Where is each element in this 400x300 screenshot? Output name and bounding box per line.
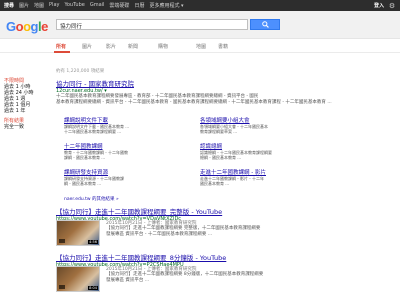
top-nav-play[interactable]: Play [49, 2, 59, 9]
sitelink-snippet-2: 十二年國民基本教育課程綱要 ... [64, 129, 122, 134]
sitelink-snippet-2: 國民基本教育 ... [200, 181, 230, 186]
sitelink: 課綱說明文件下載 課綱說明文件下載 - 國民基本教育 ... 十二年國民基本教育… [64, 116, 192, 134]
login-link[interactable]: 登入 [374, 2, 384, 9]
video-duration: 4:56 [88, 240, 98, 244]
search-icon [261, 21, 269, 28]
tab-books[interactable]: 書籍 [218, 43, 228, 50]
results-filter-verbatim[interactable]: 完全一致 [4, 124, 50, 130]
top-bar: 搜尋 圖片 地圖 Play YouTube Gmail 雲端硬碟 日曆 更多應用… [0, 0, 400, 11]
sitelink: 課綱研發支持資源 課綱研發支持資源 - 十二年國教課 綱 - 國民基本教育 ..… [64, 168, 192, 186]
sitelink: 十二年國教課綱 教育 - 十二年國教課綱 - 十二年國教 課綱 - 國民基本教育… [64, 142, 192, 160]
sitelink-snippet-2: 課綱 - 國民基本教育 ... [64, 155, 106, 160]
google-logo[interactable]: Google [6, 19, 48, 34]
tab-news[interactable]: 新聞 [128, 43, 138, 50]
sitelink-title[interactable]: 課綱研發支持資源 [64, 168, 192, 176]
video-thumbnail[interactable]: 8:04 [56, 266, 100, 292]
video-snippet-2: 發展專區 資訊平台 ... [106, 277, 150, 283]
sitelink: 認識總綱 認識總綱 - 十二年國民基本教育課程綱要 總綱 - 國民基本教育 ..… [200, 142, 328, 160]
play-icon [59, 239, 65, 243]
sitelink-snippet-2: 教育課程綱要草案 ... [200, 129, 238, 134]
sitelink: 走進十二年國教課綱 - 影片 走進十二年國教課綱 - 影片 - 十二年 國民基本… [200, 168, 328, 186]
top-nav-maps[interactable]: 地圖 [34, 2, 44, 9]
video-result: 【協力同行】走進十二年國教課程綱要_完整版 - YouTube https://… [56, 206, 396, 250]
tab-maps[interactable]: 地圖 [196, 43, 206, 50]
video-title[interactable]: 【協力同行】走進十二年國教課程綱要_完整版 - YouTube [56, 206, 396, 216]
tab-videos[interactable]: 影片 [106, 43, 116, 50]
gear-icon[interactable]: ⚙ [388, 2, 396, 10]
result-title[interactable]: 協力同行 - 國家教育研究院 [56, 78, 356, 88]
search-tabs: 所有 圖片 影片 新聞 購物 地圖 書籍 [0, 39, 400, 53]
top-nav-youtube[interactable]: YouTube [64, 2, 84, 9]
video-result: 【協力同行】走進十二年國教課程綱要_8分鐘版 - YouTube https:/… [56, 252, 396, 296]
tab-shopping[interactable]: 購物 [158, 43, 168, 50]
sitelink-snippet-2: 總綱 - 國民基本教育 ... [200, 155, 242, 160]
search-result: 協力同行 - 國家教育研究院 12cur.naer.edu.tw/ ▾ 十二年國… [56, 78, 356, 105]
video-thumbnail[interactable]: 4:56 [56, 220, 100, 246]
search-input[interactable]: 協力同行 [56, 19, 248, 30]
top-nav-search[interactable]: 搜尋 [4, 2, 14, 9]
search-button[interactable] [250, 19, 280, 30]
top-right: 登入 ⚙ [374, 0, 396, 11]
video-duration: 8:04 [88, 286, 98, 290]
top-nav-more[interactable]: 更多應用程式 ▾ [149, 2, 183, 9]
top-nav-drive[interactable]: 雲端硬碟 [109, 2, 129, 9]
top-nav-images[interactable]: 圖片 [19, 2, 29, 9]
sidebar-filters: 不限時間 過去 1 小時 過去 24 小時 過去 1 週 過去 1 個月 過去 … [4, 78, 50, 130]
play-icon [59, 285, 65, 289]
sitelink-title[interactable]: 走進十二年國教課綱 - 影片 [200, 168, 328, 176]
top-nav-gmail[interactable]: Gmail [90, 2, 105, 9]
tab-images[interactable]: 圖片 [82, 43, 92, 50]
video-title[interactable]: 【協力同行】走進十二年國教課程綱要_8分鐘版 - YouTube [56, 252, 396, 262]
sitelink-title[interactable]: 十二年國教課綱 [64, 142, 192, 150]
video-meta: 2015年10月21日 - 上傳者：國家教育研究院 【協力同行】走進十二年國教課… [106, 220, 306, 237]
header: Google 協力同行 [0, 11, 400, 39]
sitelink-title[interactable]: 認識總綱 [200, 142, 328, 150]
active-tab-indicator [54, 51, 70, 53]
sitelink-title[interactable]: 課綱說明文件下載 [64, 116, 192, 124]
tab-all[interactable]: 所有 [56, 43, 66, 50]
result-snippet-2: 基本教育課程綱要總綱 - 資訊平台 - 十二年國民基本教育 - 國民基本教育課程… [56, 99, 332, 105]
top-nav: 搜尋 圖片 地圖 Play YouTube Gmail 雲端硬碟 日曆 更多應用… [0, 2, 184, 9]
video-snippet-2: 發展專區 資訊平台 - 十二年國民基本教育課程綱要 ... [106, 231, 213, 237]
top-nav-calendar[interactable]: 日曆 [134, 2, 144, 9]
sitelink: 各領域綱要小組大會 各領域綱要小組大會 - 十二年國民基本 教育課程綱要草案 .… [200, 116, 328, 134]
result-stats: 約有 1,220,000 項結果 [56, 69, 105, 74]
video-meta: 2015年10月21日 - 上傳者：國家教育研究院 【協力同行】走進十二年國教課… [106, 266, 306, 283]
sitelink-title[interactable]: 各領域綱要小組大會 [200, 116, 328, 124]
sitelink-snippet-2: 綱 - 國民基本教育 ... [64, 181, 102, 186]
more-results-link[interactable]: naer.edu.tw 的其他結果 » [64, 196, 119, 202]
